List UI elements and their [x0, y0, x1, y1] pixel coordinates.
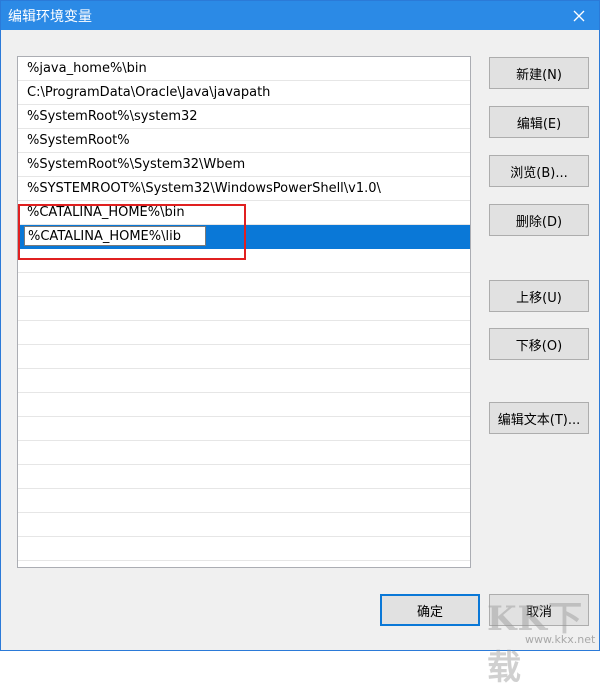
list-item-empty[interactable] [18, 465, 470, 489]
edit-env-variable-dialog: 编辑环境变量 %java_home%\bin C:\ProgramData\Or… [0, 0, 600, 688]
list-item-empty[interactable] [18, 249, 470, 273]
list-item-empty[interactable] [18, 513, 470, 537]
browse-button[interactable]: 浏览(B)... [489, 155, 589, 187]
list-item[interactable]: %SystemRoot%\system32 [18, 105, 470, 129]
close-button[interactable] [559, 1, 599, 30]
close-icon [573, 10, 585, 21]
list-item[interactable]: %java_home%\bin [18, 57, 470, 81]
edit-text-button[interactable]: 编辑文本(T)... [489, 402, 589, 434]
move-down-button[interactable]: 下移(O) [489, 328, 589, 360]
new-button[interactable]: 新建(N) [489, 57, 589, 89]
edit-button[interactable]: 编辑(E) [489, 106, 589, 138]
list-item-empty[interactable] [18, 489, 470, 513]
list-item[interactable]: C:\ProgramData\Oracle\Java\javapath [18, 81, 470, 105]
list-item[interactable]: %SYSTEMROOT%\System32\WindowsPowerShell\… [18, 177, 470, 201]
list-item[interactable]: %SystemRoot%\System32\Wbem [18, 153, 470, 177]
watermark-url: www.kkx.net [525, 633, 596, 646]
path-list[interactable]: %java_home%\bin C:\ProgramData\Oracle\Ja… [17, 56, 471, 568]
list-item-empty[interactable] [18, 441, 470, 465]
list-item-empty[interactable] [18, 369, 470, 393]
list-item[interactable]: %SystemRoot% [18, 129, 470, 153]
list-item-empty[interactable] [18, 537, 470, 561]
title-bar[interactable]: 编辑环境变量 [1, 1, 599, 30]
path-edit-input[interactable]: %CATALINA_HOME%\lib [24, 226, 206, 246]
list-item[interactable]: %CATALINA_HOME%\bin [18, 201, 470, 225]
list-item-empty[interactable] [18, 321, 470, 345]
dialog-title: 编辑环境变量 [8, 9, 92, 25]
list-item-empty[interactable] [18, 393, 470, 417]
list-item-empty[interactable] [18, 417, 470, 441]
list-item-selected[interactable]: %CATALINA_HOME%\lib [18, 225, 470, 249]
move-up-button[interactable]: 上移(U) [489, 280, 589, 312]
watermark: KK下载 www.kkx.net [481, 591, 599, 688]
delete-button[interactable]: 删除(D) [489, 204, 589, 236]
ok-button[interactable]: 确定 [380, 594, 480, 626]
list-item-empty[interactable] [18, 345, 470, 369]
list-item-empty[interactable] [18, 297, 470, 321]
list-item-empty[interactable] [18, 273, 470, 297]
